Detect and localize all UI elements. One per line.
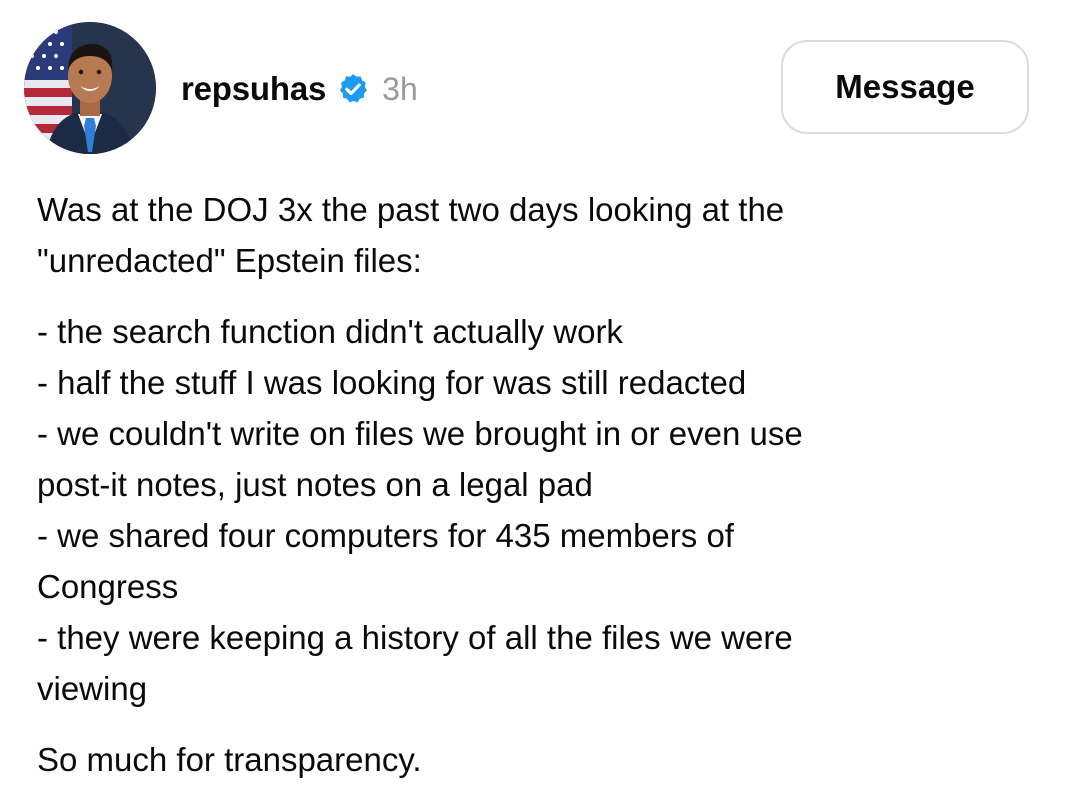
- text-line: - the search function didn't actually wo…: [37, 313, 623, 350]
- post-intro: Was at the DOJ 3x the past two days look…: [37, 184, 1047, 286]
- text-line: "unredacted" Epstein files:: [37, 242, 422, 279]
- text-line: - they were keeping a history of all the…: [37, 619, 793, 656]
- text-line: - we shared four computers for 435 membe…: [37, 517, 734, 554]
- text-line: post-it notes, just notes on a legal pad: [37, 466, 593, 503]
- message-button[interactable]: Message: [781, 40, 1029, 134]
- post-bullets: - the search function didn't actually wo…: [37, 306, 1047, 714]
- username[interactable]: repsuhas: [181, 70, 326, 108]
- post-body: Was at the DOJ 3x the past two days look…: [37, 184, 1047, 785]
- text-line: viewing: [37, 670, 148, 707]
- avatar-image: [24, 22, 156, 154]
- text-line: Was at the DOJ 3x the past two days look…: [37, 191, 785, 228]
- text-line: Congress: [37, 568, 179, 605]
- text-line: - half the stuff I was looking for was s…: [37, 364, 747, 401]
- post-closing: So much for transparency.: [37, 734, 1047, 785]
- verified-badge-icon: [336, 72, 370, 106]
- post-header: repsuhas 3h: [181, 68, 418, 110]
- post-card: repsuhas 3h Message Was at the DOJ 3x th…: [0, 0, 1080, 802]
- post-timestamp: 3h: [382, 70, 418, 107]
- text-line: So much for transparency.: [37, 741, 422, 778]
- text-line: - we couldn't write on files we brought …: [37, 415, 803, 452]
- avatar[interactable]: [24, 22, 156, 154]
